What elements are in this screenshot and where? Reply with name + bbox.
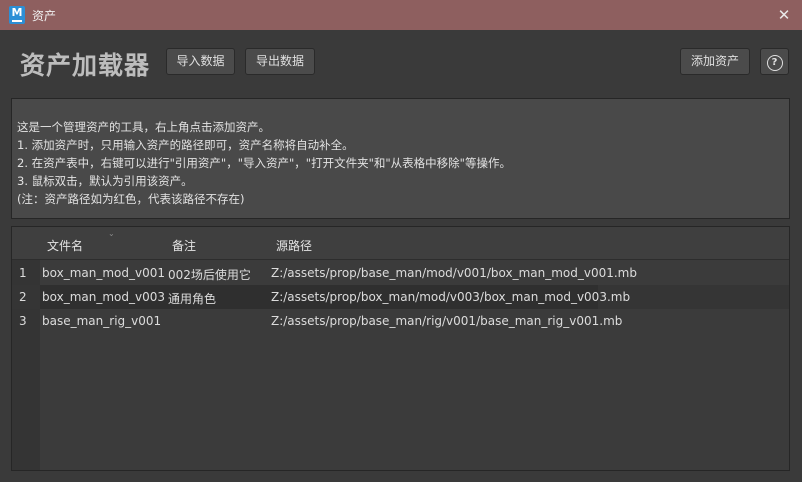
row-index: 1 — [19, 266, 27, 280]
import-data-button[interactable]: 导入数据 — [166, 48, 235, 75]
cell-source-path[interactable]: Z:/assets/prop/base_man/rig/v001/base_ma… — [271, 314, 622, 328]
add-asset-button[interactable]: 添加资产 — [680, 48, 750, 75]
app-logo-icon: M — [9, 6, 25, 24]
info-line: (注：资产路径如为红色，代表该路径不存在) — [17, 192, 245, 206]
row-index: 2 — [19, 290, 27, 304]
row-index: 3 — [19, 314, 27, 328]
column-header-source-path[interactable]: 源路径 — [276, 237, 312, 254]
table-row[interactable]: 3 base_man_rig_v001 Z:/assets/prop/base_… — [12, 309, 789, 333]
cell-filename[interactable]: base_man_rig_v001 — [42, 314, 161, 328]
cell-source-path[interactable]: Z:/assets/prop/base_man/mod/v001/box_man… — [271, 266, 637, 280]
info-line: 3. 鼠标双击，默认为引用该资产。 — [17, 174, 193, 188]
export-data-button[interactable]: 导出数据 — [245, 48, 315, 75]
close-icon[interactable]: ✕ — [776, 6, 792, 24]
info-line: 1. 添加资产时，只用输入资产的路径即可，资产名称将自动补全。 — [17, 138, 354, 152]
cell-filename[interactable]: box_man_mod_v003 — [42, 290, 165, 304]
main-panel: 资产加载器 导入数据 导出数据 添加资产 ? 这是一个管理资产的工具，右上角点击… — [0, 30, 802, 482]
info-line: 2. 在资产表中，右键可以进行"引用资产"，"导入资产"，"打开文件夹"和"从表… — [17, 156, 511, 170]
sort-indicator-icon: ⌄ — [108, 229, 115, 238]
table-row[interactable]: 2 box_man_mod_v003 通用角色 Z:/assets/prop/b… — [12, 285, 789, 309]
help-icon: ? — [766, 55, 783, 71]
cell-filename[interactable]: box_man_mod_v001 — [42, 266, 165, 280]
cell-source-path[interactable]: Z:/assets/prop/box_man/mod/v003/box_man_… — [271, 290, 630, 304]
help-button[interactable]: ? — [760, 48, 789, 75]
title-bar: M 资产 ✕ — [0, 0, 802, 30]
asset-table[interactable]: ⌄ 文件名 备注 源路径 1 box_man_mod_v001 002场后使用它… — [11, 226, 790, 471]
table-header: ⌄ 文件名 备注 源路径 — [12, 227, 789, 260]
cell-note[interactable]: 通用角色 — [168, 290, 216, 307]
column-header-note[interactable]: 备注 — [172, 237, 196, 254]
cell-note[interactable]: 002场后使用它 — [168, 266, 251, 283]
info-line: 这是一个管理资产的工具，右上角点击添加资产。 — [17, 120, 270, 134]
table-row[interactable]: 1 box_man_mod_v001 002场后使用它 Z:/assets/pr… — [12, 261, 789, 285]
page-title: 资产加载器 — [20, 51, 151, 80]
column-header-filename[interactable]: 文件名 — [47, 237, 83, 254]
window-title: 资产 — [32, 9, 57, 23]
info-text-box: 这是一个管理资产的工具，右上角点击添加资产。 1. 添加资产时，只用输入资产的路… — [11, 98, 790, 219]
